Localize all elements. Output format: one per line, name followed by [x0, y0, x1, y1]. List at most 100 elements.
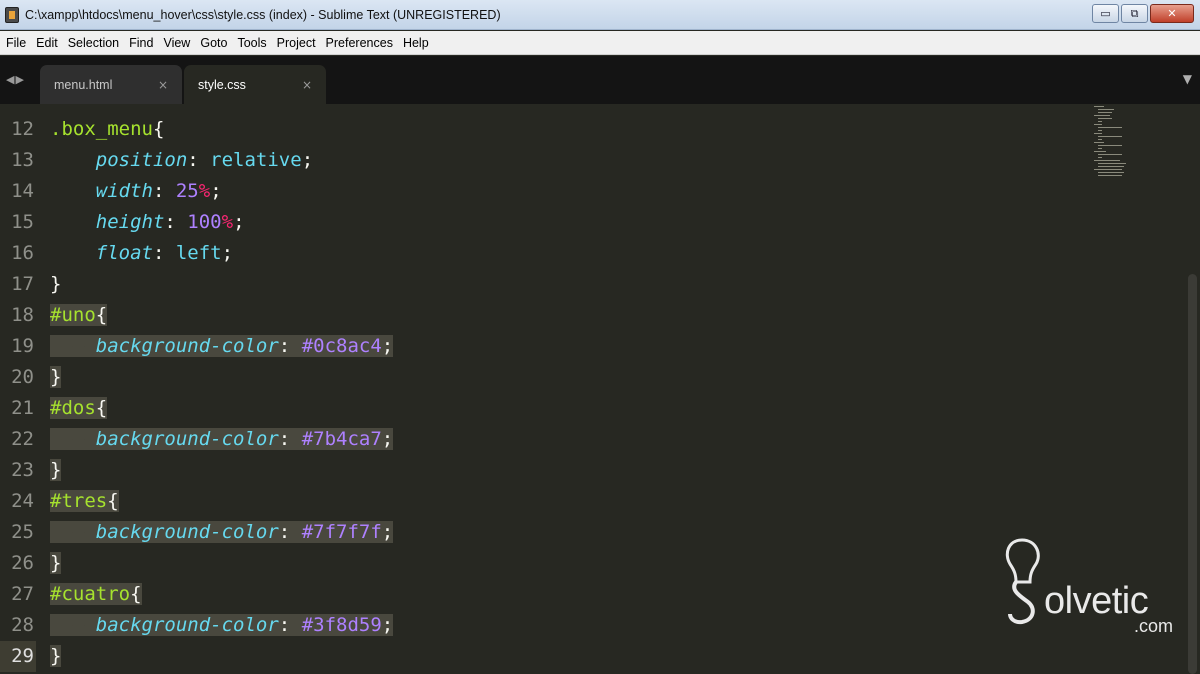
code-token: }	[50, 273, 62, 295]
code-line[interactable]: #cuatro{	[50, 579, 142, 610]
menu-bar: File Edit Selection Find View Goto Tools…	[0, 31, 1200, 55]
minimap-line	[1098, 175, 1122, 176]
selected-text: #tres{	[50, 490, 119, 512]
code-line[interactable]: ————background-color: #0c8ac4;	[50, 331, 394, 362]
code-line[interactable]: ————background-color: #7b4ca7;	[50, 424, 394, 455]
tab-style-css[interactable]: style.css ×	[184, 65, 326, 104]
tab-nav-arrows-icon[interactable]: ◀▶	[6, 73, 25, 86]
close-button[interactable]: ✕	[1150, 4, 1194, 23]
line-number: 22	[11, 428, 34, 450]
tab-close-icon[interactable]: ×	[158, 78, 168, 92]
menu-file[interactable]: File	[0, 36, 31, 50]
menu-tools[interactable]: Tools	[232, 36, 271, 50]
minimap-line	[1098, 130, 1102, 131]
code-token: {	[152, 118, 165, 140]
minimap-line	[1098, 139, 1102, 140]
code-line[interactable]: #tres{	[50, 486, 119, 517]
selected-text: ————background-color: #0c8ac4;	[50, 335, 394, 357]
line-number: 24	[11, 490, 34, 512]
code-token: ;	[381, 428, 394, 450]
code-token: }	[50, 552, 62, 574]
code-token: ————	[50, 428, 96, 450]
code-token: left	[175, 242, 222, 264]
line-number: 16	[11, 242, 34, 264]
window-controls: ▭ ⧉ ✕	[1092, 4, 1194, 23]
maximize-button[interactable]: ⧉	[1121, 4, 1148, 23]
tab-menu-html[interactable]: menu.html ×	[40, 65, 182, 104]
code-line[interactable]: float: left;	[50, 238, 233, 269]
code-token: ————	[50, 614, 96, 636]
code-line[interactable]: }	[50, 548, 62, 579]
code-line[interactable]: ————background-color: #3f8d59;	[50, 610, 394, 641]
line-number: 15	[11, 211, 34, 233]
code-line[interactable]: }	[50, 269, 61, 300]
menu-help[interactable]: Help	[398, 36, 434, 50]
menu-selection[interactable]: Selection	[63, 36, 124, 50]
menu-goto[interactable]: Goto	[195, 36, 232, 50]
minimap-line	[1098, 157, 1102, 158]
solvetic-watermark: olvetic .com	[1000, 536, 1180, 646]
selected-text: }	[50, 366, 62, 388]
code-line[interactable]: }	[50, 455, 62, 486]
line-number: 14	[11, 180, 34, 202]
code-token: ;	[381, 614, 394, 636]
line-text: float: left;	[50, 242, 233, 264]
selected-text: }	[50, 645, 62, 667]
tab-label: menu.html	[54, 77, 113, 92]
code-line[interactable]: }	[50, 641, 62, 672]
line-text: .box_menu{	[50, 118, 164, 140]
watermark-text: olvetic	[1044, 580, 1149, 622]
minimize-button[interactable]: ▭	[1092, 4, 1119, 23]
menu-preferences[interactable]: Preferences	[321, 36, 398, 50]
menu-view[interactable]: View	[158, 36, 195, 50]
scrollbar-thumb[interactable]	[1188, 274, 1197, 674]
minimap-line	[1094, 142, 1104, 143]
sublime-app-icon	[5, 6, 19, 23]
selected-text: #dos{	[50, 397, 108, 419]
code-token: ;	[301, 149, 314, 171]
code-token: {	[95, 304, 108, 326]
line-text: width: 25%;	[50, 180, 222, 202]
code-line[interactable]: width: 25%;	[50, 176, 222, 207]
menu-project[interactable]: Project	[272, 36, 321, 50]
window-title: C:\xampp\htdocs\menu_hover\css\style.css…	[25, 7, 501, 22]
code-line[interactable]: #dos{	[50, 393, 108, 424]
code-token: 100	[187, 211, 222, 233]
minimap[interactable]	[1092, 104, 1132, 184]
code-token: position	[95, 149, 188, 171]
code-token: #cuatro	[50, 583, 131, 605]
code-line[interactable]: position: relative;	[50, 145, 313, 176]
code-token: %	[221, 211, 234, 233]
selected-text: }	[50, 459, 62, 481]
minimap-line	[1094, 169, 1122, 170]
line-number: 13	[11, 149, 34, 171]
code-token: .box_menu	[50, 118, 153, 140]
selected-text: ————background-color: #3f8d59;	[50, 614, 394, 636]
minimap-line	[1098, 112, 1112, 113]
minimap-line	[1098, 127, 1122, 128]
code-line[interactable]: #uno{	[50, 300, 108, 331]
tab-list-dropdown-icon[interactable]: ▼	[1183, 72, 1192, 86]
code-token: }	[50, 645, 62, 667]
code-token: {	[107, 490, 119, 512]
line-text: height: 100%;	[50, 211, 245, 233]
code-line[interactable]: ————background-color: #7f7f7f;	[50, 517, 394, 548]
menu-edit[interactable]: Edit	[31, 36, 63, 50]
code-token: #0c8ac4	[301, 335, 382, 357]
code-token: ;	[221, 242, 234, 264]
selected-text: ————background-color: #7f7f7f;	[50, 521, 394, 543]
code-token: background-color	[95, 335, 279, 357]
minimap-line	[1098, 172, 1124, 173]
tab-label: style.css	[198, 77, 246, 92]
tab-close-icon[interactable]: ×	[302, 78, 312, 92]
minimap-line	[1094, 160, 1120, 161]
watermark-suffix: .com	[1134, 616, 1174, 636]
code-line[interactable]: height: 100%;	[50, 207, 245, 238]
menu-find[interactable]: Find	[124, 36, 158, 50]
code-token: :	[164, 211, 188, 233]
code-token: ;	[381, 335, 394, 357]
code-line[interactable]: .box_menu{	[50, 114, 164, 145]
code-token: ;	[210, 180, 222, 202]
code-line[interactable]: }	[50, 362, 62, 393]
